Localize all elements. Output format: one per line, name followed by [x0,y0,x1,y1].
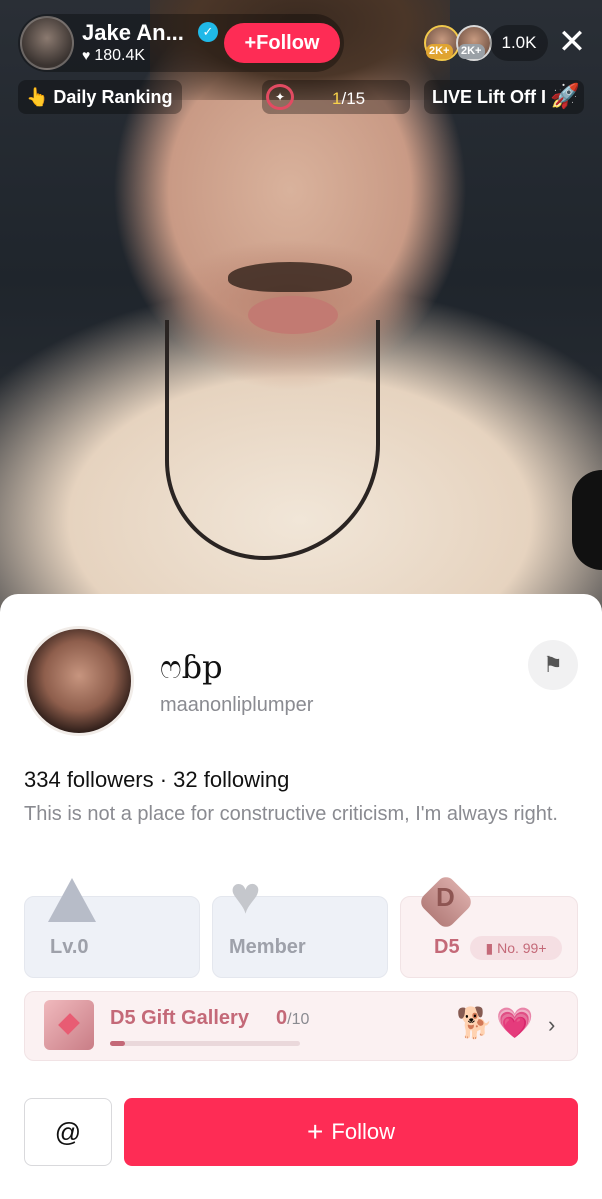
heart-gift-icon: 💗 [496,1007,534,1040]
member-label: Member [229,936,306,958]
followers-following[interactable]: 334 followers · 32 following [24,767,289,793]
flag-icon[interactable]: ⚑ [528,640,578,690]
rank-badge: ▮ No. 99+ [470,936,562,960]
daily-ranking-label: Daily Ranking [53,87,173,107]
member-heart-icon: ♥ [230,867,261,925]
top-viewer-badge-1: 2K+ [426,44,453,59]
bar-chart-icon: ▮ [485,940,494,956]
d5-label: D5 [434,936,460,958]
heart-icon: ♥ [82,47,91,63]
video-microphone [572,470,602,570]
daily-ranking-button[interactable]: 👆 Daily Ranking [18,80,182,114]
hand-icon: 👆 [26,87,49,107]
host-avatar[interactable] [20,16,74,70]
profile-bio: This is not a place for constructive cri… [24,803,558,825]
verified-check-icon: ✓ [198,22,218,42]
chevron-right-icon: › [548,1012,556,1037]
d5-badge-letter: D [436,882,455,912]
goal-ribbon-icon: ✦ [266,84,294,110]
rocket-icon: 🚀 [550,83,580,110]
profile-avatar[interactable] [24,626,134,736]
profile-display-name: ෆɓp [160,648,223,686]
gift-gallery-progress-fill [110,1041,126,1046]
host-likes-count: 180.4K [94,47,146,64]
top-viewer-badge-2: 2K+ [458,44,485,59]
host-follow-button[interactable]: +Follow [224,23,340,63]
plus-icon: + [244,32,257,54]
gift-gallery-current: 0 [276,1007,288,1029]
rank-badge-text: No. 99+ [497,940,547,956]
goal-progress: 1/15 [332,89,365,109]
mention-button[interactable]: @ [24,1098,112,1166]
gift-gallery-progress-track [110,1041,300,1046]
gift-gallery-total: /10 [287,1011,310,1028]
gift-gallery-title: D5 Gift Gallery [110,1007,249,1029]
video-mustache [228,262,352,292]
host-name[interactable]: Jake An... [82,20,184,46]
goal-total: /15 [341,89,366,108]
gift-gallery-count: 0/10 [276,1007,309,1030]
host-follow-label: Follow [256,32,320,54]
gift-gallery-icon [44,1000,94,1050]
profile-username: maanonliplumper [160,694,314,716]
video-necklace [165,320,380,560]
viewer-count[interactable]: 1.0K [490,25,548,61]
level-arrow-icon [48,878,96,922]
follow-button-label: Follow [331,1119,395,1144]
level-label: Lv.0 [50,936,89,958]
corgi-gift-icon: 🐕 [456,1007,494,1040]
plus-icon: + [307,1116,324,1147]
follow-button[interactable]: + Follow [124,1098,578,1166]
host-likes: ♥ 180.4K [82,47,145,65]
close-icon[interactable]: ✕ [556,24,588,60]
